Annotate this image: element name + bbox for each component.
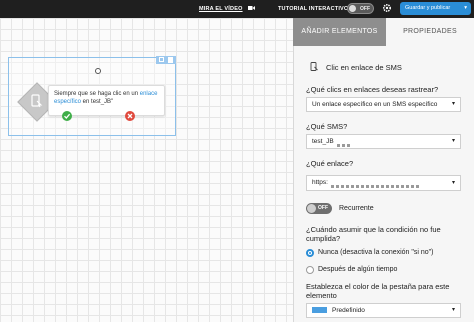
redacted-text: [330, 180, 421, 188]
tab-color-question-label: Establezca el color de la pestaña para e…: [306, 282, 450, 300]
chevron-down-icon: ▾: [451, 180, 455, 186]
link-select-value: https:: [312, 179, 328, 186]
save-publish-button[interactable]: Guardar y publicar ▾: [400, 2, 471, 15]
redacted-text: [336, 139, 352, 147]
radio-after-time[interactable]: [306, 266, 314, 274]
sms-click-icon: [310, 62, 318, 71]
chevron-down-icon: ▾: [451, 101, 455, 107]
tab-properties[interactable]: PROPIEDADES: [386, 18, 474, 46]
tutorial-toggle[interactable]: OFF: [347, 3, 374, 14]
properties-panel: AÑADIR ELEMENTOS PROPIEDADES Clic en enl…: [293, 18, 474, 322]
top-bar: MIRA EL VÍDEO TUTORIAL INTERACTIVO OFF G…: [0, 0, 474, 18]
track-select-value: Un enlace específico en un SMS específic…: [312, 101, 438, 108]
yes-connector[interactable]: [62, 111, 72, 121]
gear-icon[interactable]: [382, 3, 392, 13]
toggle-knob: [307, 204, 316, 213]
toggle-knob: [349, 5, 356, 12]
sms-question-label: ¿Qué SMS?: [306, 122, 348, 131]
recurrent-label: Recurrente: [339, 205, 374, 212]
node-toolbar: [156, 56, 176, 64]
no-connector[interactable]: [125, 111, 135, 121]
chevron-down-icon: ▾: [451, 307, 455, 313]
tab-add-elements[interactable]: AÑADIR ELEMENTOS: [293, 18, 386, 46]
panel-tabs: AÑADIR ELEMENTOS PROPIEDADES: [293, 18, 474, 46]
chevron-down-icon: ▾: [451, 138, 455, 144]
chevron-down-icon: ▾: [464, 5, 467, 11]
workflow-canvas[interactable]: Siempre que se haga clic en un enlace es…: [0, 18, 293, 322]
track-select[interactable]: Un enlace específico en un SMS específic…: [306, 97, 461, 112]
option-after-label[interactable]: Después de algún tiempo: [318, 266, 397, 273]
node-input-connector[interactable]: [95, 68, 101, 74]
link-question-label: ¿Qué enlace?: [306, 159, 354, 168]
node-text-before: Siempre que se haga clic en un: [54, 91, 140, 97]
close-icon: [127, 113, 133, 119]
tutorial-label: TUTORIAL INTERACTIVO: [278, 6, 349, 12]
trash-icon[interactable]: [168, 57, 173, 63]
node-text-after: en test_JB": [81, 99, 114, 105]
sms-select[interactable]: test_JB ▾: [306, 134, 461, 149]
copy-icon[interactable]: [159, 57, 164, 62]
link-select[interactable]: https: ▾: [306, 175, 461, 191]
check-icon: [64, 113, 71, 119]
sms-select-value: test_JB: [312, 138, 334, 145]
tutorial-toggle-state: OFF: [360, 6, 370, 12]
save-publish-label: Guardar y publicar: [405, 5, 451, 11]
recurrent-toggle-state: OFF: [318, 205, 328, 211]
condition-question-label: ¿Cuándo asumir que la condición no fue c…: [306, 225, 441, 243]
color-swatch: [312, 307, 327, 314]
panel-divider: [293, 46, 294, 322]
sms-click-icon: [31, 94, 43, 108]
color-select-value: Predefinido: [332, 307, 365, 314]
recurrent-toggle[interactable]: OFF: [306, 203, 332, 214]
watch-video-link[interactable]: MIRA EL VÍDEO: [199, 6, 243, 12]
color-select[interactable]: Predefinido ▾: [306, 303, 461, 318]
camera-icon[interactable]: [248, 5, 255, 11]
track-question-label: ¿Qué clics en enlaces deseas rastrear?: [306, 85, 439, 94]
option-never-label[interactable]: Nunca (desactiva la conexión "si no"): [318, 249, 433, 256]
section-title: Clic en enlace de SMS: [326, 63, 402, 72]
radio-never[interactable]: [306, 249, 314, 257]
